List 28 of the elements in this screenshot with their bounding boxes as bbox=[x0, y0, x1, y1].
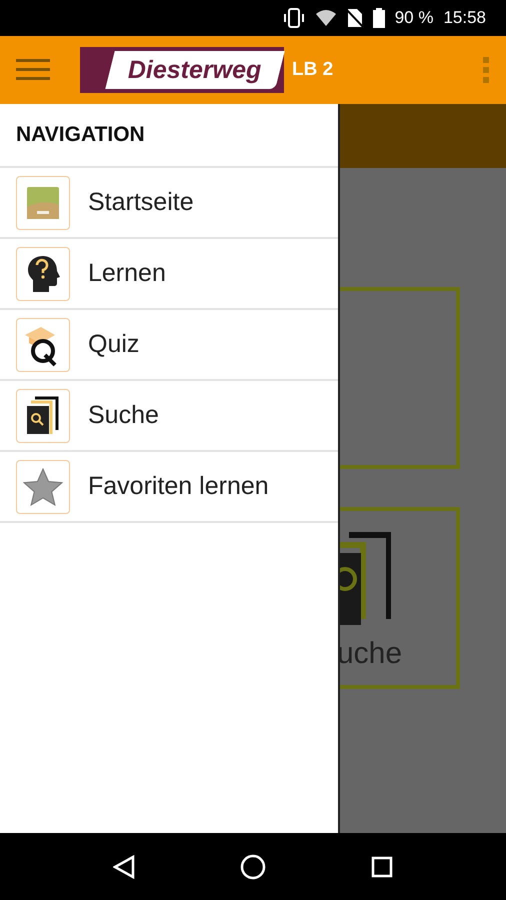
drawer-title: NAVIGATION bbox=[0, 104, 338, 168]
item-label: Lernen bbox=[88, 259, 166, 288]
tile-label: uche bbox=[337, 637, 402, 671]
publisher-logo: Diesterweg bbox=[80, 47, 284, 93]
item-label: Suche bbox=[88, 401, 159, 430]
book-cover-icon bbox=[25, 184, 61, 220]
head-question-icon bbox=[25, 254, 61, 294]
wifi-icon bbox=[314, 9, 337, 27]
search-cards-icon bbox=[25, 396, 61, 436]
no-sim-icon bbox=[346, 8, 363, 28]
item-label: Quiz bbox=[88, 330, 140, 359]
drawer-item[interactable]: Favoriten lernen bbox=[0, 452, 338, 523]
drawer-item[interactable]: Suche bbox=[0, 381, 338, 452]
drawer-item[interactable]: Startseite bbox=[0, 168, 338, 239]
back-icon[interactable] bbox=[112, 854, 135, 878]
battery-icon bbox=[372, 8, 385, 28]
menu-icon[interactable] bbox=[16, 58, 50, 82]
star-icon bbox=[23, 468, 63, 506]
clock-time: 15:58 bbox=[443, 8, 486, 28]
drawer-item[interactable]: Quiz bbox=[0, 310, 338, 381]
recent-apps-icon[interactable] bbox=[371, 856, 394, 878]
item-label: Startseite bbox=[88, 188, 194, 217]
vibrate-icon bbox=[282, 8, 305, 28]
home-icon[interactable] bbox=[240, 854, 266, 880]
battery-percentage: 90 % bbox=[394, 8, 434, 28]
item-label: Favoriten lernen bbox=[88, 472, 269, 501]
book-subtitle: LB 2 bbox=[292, 59, 334, 81]
drawer-item[interactable]: Lernen bbox=[0, 239, 338, 310]
